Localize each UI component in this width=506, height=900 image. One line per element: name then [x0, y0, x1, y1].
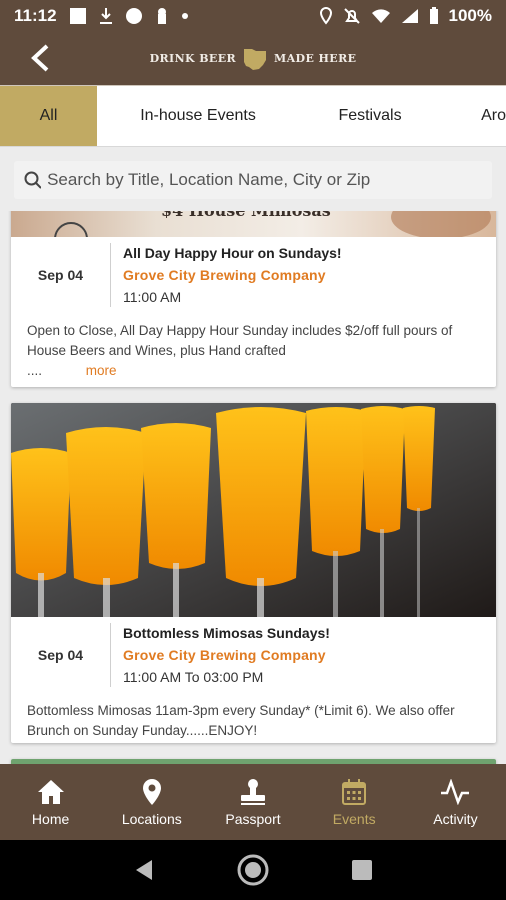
circle-home-icon — [237, 854, 269, 886]
event-time: 11:00 AM — [123, 289, 182, 305]
nav-activity[interactable]: Activity — [405, 764, 506, 840]
back-button[interactable] — [22, 40, 58, 76]
stamp-icon — [241, 779, 265, 805]
event-date: Sep 04 — [11, 623, 111, 687]
tab-in-house-events[interactable]: In-house Events — [97, 86, 299, 146]
status-right: 100% — [319, 6, 492, 26]
event-header: Sep 04 All Day Happy Hour on Sundays! Gr… — [11, 237, 496, 313]
notification-square-icon — [69, 8, 86, 24]
home-icon — [37, 780, 64, 804]
image-caption: $4 House Mimosas — [161, 211, 331, 220]
tab-all[interactable]: All — [0, 86, 97, 146]
filter-tabs: All In-house Events Festivals Aro — [0, 85, 506, 147]
mimosa-glasses-graphic — [11, 403, 496, 617]
event-info: Bottomless Mimosas Sundays! Grove City B… — [111, 617, 330, 693]
event-time: 11:00 AM To 03:00 PM — [123, 669, 264, 685]
ohio-state-icon — [244, 48, 267, 70]
event-card[interactable]: Sep 04 Bottomless Mimosas Sundays! Grove… — [11, 403, 496, 743]
search-icon — [24, 171, 42, 189]
square-recents-icon — [351, 860, 372, 880]
nav-label: Passport — [225, 811, 281, 827]
tab-around[interactable]: Aro — [441, 86, 506, 146]
ellipsis: .... — [27, 363, 43, 378]
tab-label: Aro — [481, 107, 506, 124]
event-venue[interactable]: Grove City Brewing Company — [123, 647, 330, 663]
bottom-navigation: Home Locations Passport Events Activity — [0, 764, 506, 840]
event-card[interactable]: $4 House Mimosas Sep 04 All Day Happy Ho… — [11, 211, 496, 387]
event-title: All Day Happy Hour on Sundays! — [123, 245, 342, 261]
app-header: DRINK BEER MADE HERE — [0, 32, 506, 85]
battery-icon — [429, 7, 438, 24]
search-input[interactable] — [47, 170, 482, 190]
triangle-back-icon — [136, 860, 153, 880]
event-header: Sep 04 Bottomless Mimosas Sundays! Grove… — [11, 617, 496, 693]
small-dot-icon — [181, 13, 188, 19]
mute-icon — [343, 8, 360, 24]
tab-label: Festivals — [338, 107, 402, 124]
nav-label: Home — [31, 811, 70, 827]
nav-label: Activity — [433, 811, 478, 827]
search-bar — [14, 161, 492, 199]
event-image — [11, 403, 496, 617]
dot-circle-icon — [125, 8, 142, 24]
wifi-icon — [371, 9, 390, 23]
tab-label: In-house Events — [140, 107, 256, 124]
location-pin-icon — [142, 779, 161, 805]
event-feed[interactable]: $4 House Mimosas Sep 04 All Day Happy Ho… — [0, 211, 506, 764]
event-info: All Day Happy Hour on Sundays! Grove Cit… — [111, 237, 342, 313]
system-navigation — [0, 840, 506, 900]
logo-right-text: MADE HERE — [274, 52, 357, 65]
activity-icon — [441, 779, 470, 805]
download-icon — [99, 8, 112, 24]
back-arrow-icon — [31, 44, 49, 72]
keyhole-icon — [157, 8, 166, 24]
notification-icons — [69, 7, 189, 25]
tab-festivals[interactable]: Festivals — [299, 86, 441, 146]
status-bar: 11:12 100% — [0, 0, 506, 32]
event-description: Bottomless Mimosas 11am-3pm every Sunday… — [27, 703, 455, 738]
nav-locations[interactable]: Locations — [101, 764, 202, 840]
event-venue[interactable]: Grove City Brewing Company — [123, 267, 342, 283]
brand-logo: DRINK BEER MADE HERE — [150, 47, 357, 71]
system-back-button[interactable] — [124, 850, 164, 890]
signal-icon — [401, 9, 418, 23]
event-title: Bottomless Mimosas Sundays! — [123, 625, 330, 641]
battery-percent: 100% — [448, 6, 492, 25]
nav-label: Events — [332, 811, 376, 827]
location-status-icon — [319, 7, 332, 25]
nav-label: Locations — [121, 811, 182, 827]
event-description: Open to Close, All Day Happy Hour Sunday… — [27, 323, 453, 358]
more-link[interactable]: more — [86, 363, 117, 378]
calendar-icon — [342, 779, 367, 805]
nav-passport[interactable]: Passport — [202, 764, 303, 840]
nav-events[interactable]: Events — [304, 764, 405, 840]
event-date: Sep 04 — [11, 243, 111, 307]
system-home-button[interactable] — [233, 850, 273, 890]
status-time: 11:12 — [14, 6, 57, 25]
event-image: $4 House Mimosas — [11, 211, 496, 237]
more-row: .... more — [11, 361, 496, 378]
logo-left-text: DRINK BEER — [149, 52, 237, 65]
tab-label: All — [39, 107, 58, 124]
system-recents-button[interactable] — [342, 850, 382, 890]
nav-home[interactable]: Home — [0, 764, 101, 840]
